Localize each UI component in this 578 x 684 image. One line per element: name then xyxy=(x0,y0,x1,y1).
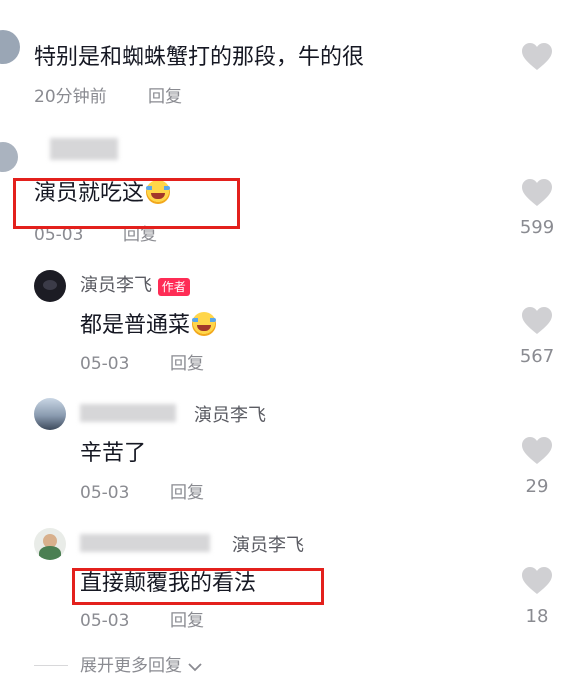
like-count: 567 xyxy=(519,346,555,367)
reply-to-name: 演员李飞 xyxy=(194,405,266,426)
expand-more-label: 展开更多回复 xyxy=(80,656,182,676)
comment-text: 特别是和蜘蛛蟹打的那段，牛的很 xyxy=(34,45,365,70)
like-count: 599 xyxy=(519,217,555,238)
laughing-tears-emoji-icon xyxy=(192,312,217,336)
heart-icon[interactable] xyxy=(521,566,553,596)
replier-name-redacted xyxy=(80,404,176,422)
heart-icon[interactable] xyxy=(521,178,553,208)
highlight-box xyxy=(13,178,240,229)
heart-icon[interactable] xyxy=(521,42,553,72)
reply-button[interactable]: 回复 xyxy=(148,86,182,108)
reply-author: 演员李飞 作者 xyxy=(80,274,190,298)
author-avatar[interactable] xyxy=(34,270,66,302)
comment-time: 20分钟前 xyxy=(34,87,107,107)
author-badge: 作者 xyxy=(157,278,190,296)
expand-more-replies[interactable]: 展开更多回复 xyxy=(80,655,202,677)
heart-icon[interactable] xyxy=(521,436,553,466)
reply-button[interactable]: 回复 xyxy=(170,353,204,375)
highlight-box xyxy=(72,568,324,605)
author-name: 演员李飞 xyxy=(80,275,152,296)
reply-time: 05-03 xyxy=(80,611,130,631)
heart-icon[interactable] xyxy=(521,306,553,336)
reply-time: 05-03 xyxy=(80,354,130,374)
chevron-down-icon xyxy=(188,657,202,676)
expand-divider xyxy=(34,665,68,666)
commenter-avatar[interactable] xyxy=(0,142,18,172)
replier-avatar[interactable] xyxy=(34,398,66,430)
like-count: 29 xyxy=(525,476,549,497)
reply-text: 辛苦了 xyxy=(80,441,147,466)
reply-button[interactable]: 回复 xyxy=(170,482,204,504)
reply-text: 都是普通菜 xyxy=(80,312,217,340)
commenter-avatar[interactable] xyxy=(0,30,20,64)
replier-avatar[interactable] xyxy=(34,528,66,560)
reply-button[interactable]: 回复 xyxy=(170,610,204,632)
like-count: 18 xyxy=(525,606,549,627)
replier-name-redacted xyxy=(80,534,210,552)
reply-time: 05-03 xyxy=(80,483,130,503)
reply-text-content: 都是普通菜 xyxy=(80,313,191,338)
commenter-name-redacted xyxy=(50,138,118,160)
reply-to-name: 演员李飞 xyxy=(232,535,304,556)
